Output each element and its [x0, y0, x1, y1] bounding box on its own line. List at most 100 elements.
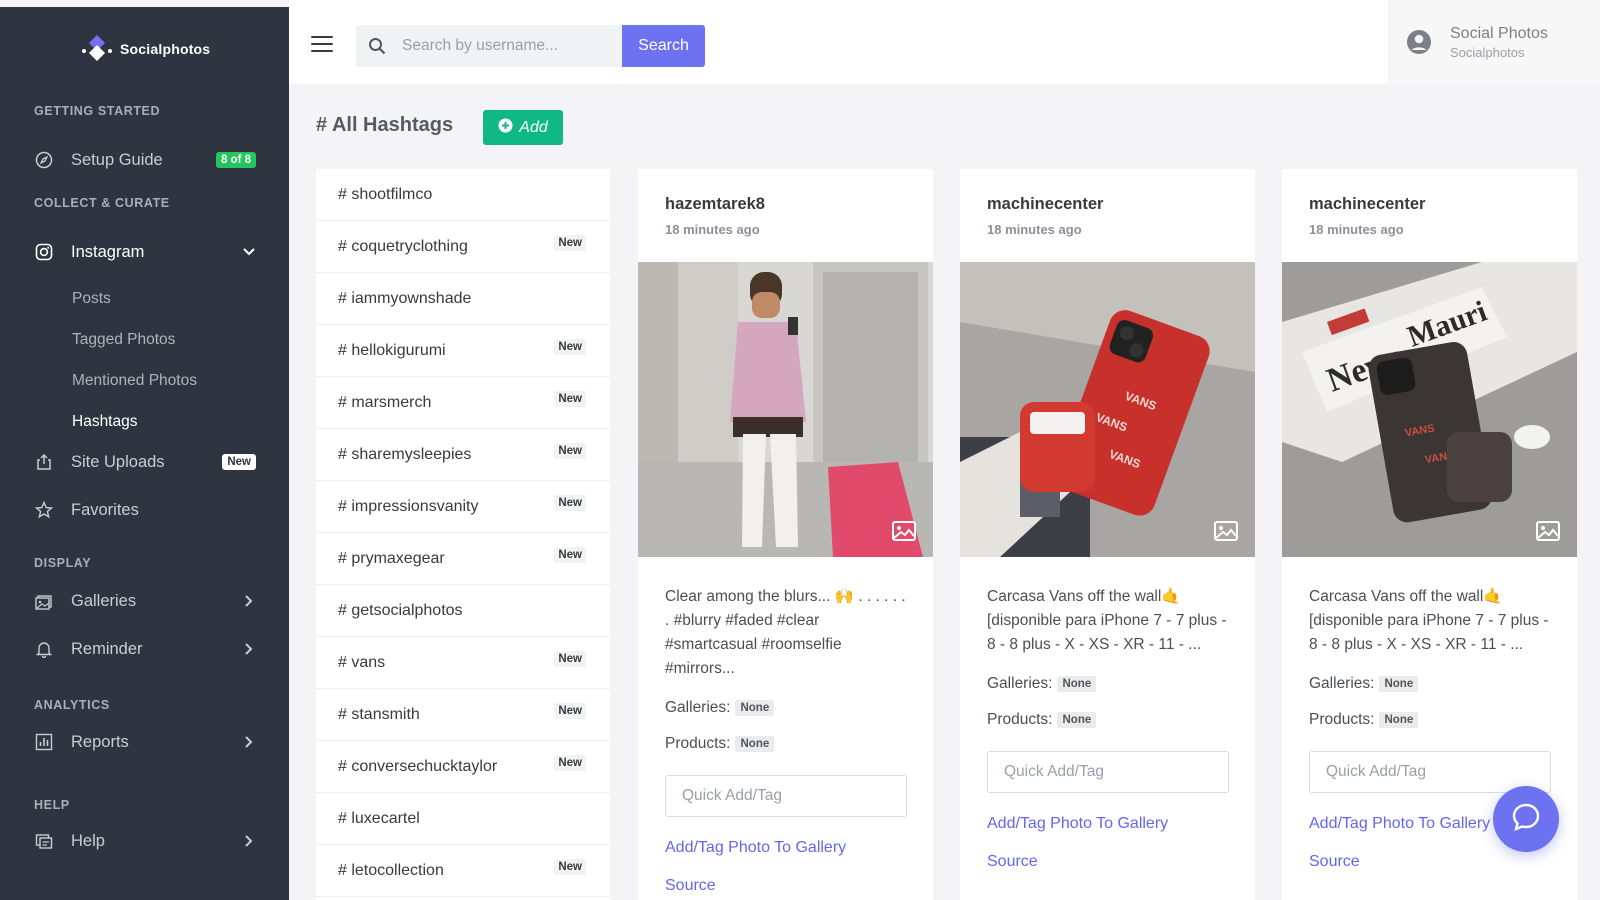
- user-avatar-icon: [1406, 29, 1432, 55]
- galleries-label: Galleries:: [987, 675, 1053, 692]
- new-badge: New: [554, 442, 586, 459]
- image-icon: [1214, 521, 1238, 541]
- hashtag-item[interactable]: # prymaxegear New: [316, 533, 610, 585]
- add-to-gallery-link[interactable]: Add/Tag Photo To Gallery: [987, 815, 1228, 833]
- galleries-row: Galleries: None: [987, 675, 1228, 693]
- new-badge: New: [554, 234, 586, 251]
- hashtag-label: # shootfilmco: [338, 185, 433, 203]
- sidebar-subitem-mentioned-photos[interactable]: Mentioned Photos: [72, 372, 197, 390]
- hashtag-item[interactable]: # getsocialphotos: [316, 585, 610, 637]
- hashtag-label: # sharemysleepies: [338, 445, 472, 463]
- hashtag-label: # vans: [338, 653, 386, 671]
- hashtag-item[interactable]: # vans New: [316, 637, 610, 689]
- hashtag-item[interactable]: # luxecartel: [316, 793, 610, 845]
- hashtag-item[interactable]: # hellokigurumi New: [316, 325, 610, 377]
- source-link[interactable]: Source: [665, 877, 906, 895]
- products-value: None: [1379, 712, 1419, 728]
- add-hashtag-button[interactable]: Add: [483, 110, 563, 145]
- new-badge: New: [554, 650, 586, 667]
- hashtag-label: # marsmerch: [338, 393, 432, 411]
- galleries-label: Galleries:: [665, 699, 731, 716]
- sidebar-item-label: Galleries: [71, 591, 137, 610]
- new-badge: New: [554, 494, 586, 511]
- chevron-right-icon: [242, 834, 256, 848]
- sidebar-item-reports[interactable]: Reports: [34, 727, 256, 757]
- galleries-value: None: [1057, 676, 1097, 692]
- post-card: hazemtarek8 18 minutes ago Clear among t…: [638, 169, 933, 900]
- post-photo[interactable]: [638, 262, 933, 557]
- hashtag-item[interactable]: # coquetryclothing New: [316, 221, 610, 273]
- sidebar-subitem-tagged-photos[interactable]: Tagged Photos: [72, 331, 175, 349]
- post-timestamp: 18 minutes ago: [1309, 222, 1404, 237]
- source-link[interactable]: Source: [987, 853, 1228, 871]
- brand-logo[interactable]: Socialphotos: [80, 32, 210, 66]
- chevron-right-icon: [242, 735, 256, 749]
- sidebar-item-label: Help: [71, 831, 105, 850]
- sidebar-item-label: Site Uploads: [71, 452, 165, 471]
- sidebar-item-label: Reports: [71, 732, 129, 751]
- hashtag-label: # prymaxegear: [338, 549, 445, 567]
- products-value: None: [1057, 712, 1097, 728]
- hashtag-item[interactable]: # sharemysleepies New: [316, 429, 610, 481]
- user-menu[interactable]: Social Photos Socialphotos: [1388, 0, 1600, 84]
- star-icon: [34, 500, 54, 520]
- hashtag-item[interactable]: # letocollection New: [316, 845, 610, 897]
- sidebar-item-help[interactable]: Help: [34, 826, 256, 856]
- upload-icon: [34, 452, 54, 472]
- search-input[interactable]: [402, 37, 612, 55]
- bell-icon: [34, 639, 54, 659]
- sidebar-item-label: Setup Guide: [71, 150, 163, 169]
- hashtag-item[interactable]: # impressionsvanity New: [316, 481, 610, 533]
- page-title: # All Hashtags: [316, 114, 454, 136]
- products-row: Products: None: [1309, 711, 1550, 729]
- hashtag-label: # luxecartel: [338, 809, 420, 827]
- sidebar-item-favorites[interactable]: Favorites: [34, 495, 256, 525]
- sidebar-item-instagram[interactable]: Instagram: [34, 237, 256, 267]
- image-icon: [1536, 521, 1560, 541]
- hashtag-label: # impressionsvanity: [338, 497, 479, 515]
- post-photo[interactable]: VANS VANS VANS: [960, 262, 1255, 557]
- chat-support-button[interactable]: [1493, 786, 1559, 852]
- new-badge: New: [554, 390, 586, 407]
- sidebar-subitem-posts[interactable]: Posts: [72, 290, 111, 308]
- sidebar-item-label: Favorites: [71, 500, 139, 519]
- report-icon: [34, 732, 54, 752]
- post-username[interactable]: machinecenter: [1309, 195, 1550, 214]
- brand-name: Socialphotos: [120, 41, 211, 57]
- galleries-label: Galleries:: [1309, 675, 1375, 692]
- search-button[interactable]: Search: [622, 25, 705, 67]
- hashtag-item[interactable]: # marsmerch New: [316, 377, 610, 429]
- add-button-label: Add: [519, 118, 548, 136]
- add-to-gallery-link[interactable]: Add/Tag Photo To Gallery: [665, 839, 906, 857]
- menu-toggle-icon[interactable]: [311, 36, 333, 54]
- new-badge: New: [554, 338, 586, 355]
- search-icon: [368, 37, 388, 55]
- hashtag-item[interactable]: # iammyownshade: [316, 273, 610, 325]
- quick-add-tag-input[interactable]: [987, 751, 1229, 793]
- chevron-right-icon: [242, 642, 256, 656]
- post-username[interactable]: machinecenter: [987, 195, 1228, 214]
- user-account: Socialphotos: [1450, 44, 1525, 60]
- products-label: Products:: [665, 735, 731, 752]
- hashtag-list: # shootfilmco # coquetryclothing New # ia…: [316, 169, 610, 900]
- post-username[interactable]: hazemtarek8: [665, 195, 906, 214]
- hashtag-label: # coquetryclothing: [338, 237, 468, 255]
- help-icon: [34, 831, 54, 851]
- sidebar-item-setup-guide[interactable]: Setup Guide 8 of 8: [34, 145, 256, 175]
- top-bar: Search Social Photos Socialphotos: [289, 0, 1600, 84]
- hashtag-item[interactable]: # conversechucktaylor New: [316, 741, 610, 793]
- hashtag-item[interactable]: # stansmith New: [316, 689, 610, 741]
- sidebar-subitem-hashtags[interactable]: Hashtags: [72, 413, 137, 431]
- post-caption: Carcasa Vans off the wall🤙 [disponible p…: [1309, 588, 1549, 653]
- section-help: Help: [34, 798, 70, 812]
- hashtag-item[interactable]: # shootfilmco: [316, 169, 610, 221]
- post-photo[interactable]: News Mauri VANS VANS: [1282, 262, 1577, 557]
- sidebar-item-reminder[interactable]: Reminder: [34, 634, 256, 664]
- sidebar-item-site-uploads[interactable]: Site Uploads New: [34, 447, 256, 477]
- products-row: Products: None: [665, 735, 906, 753]
- quick-add-tag-input[interactable]: [665, 775, 907, 817]
- galleries-row: Galleries: None: [665, 699, 906, 717]
- sidebar-item-galleries[interactable]: Galleries: [34, 586, 256, 616]
- section-analytics: Analytics: [34, 698, 110, 712]
- source-link[interactable]: Source: [1309, 853, 1550, 871]
